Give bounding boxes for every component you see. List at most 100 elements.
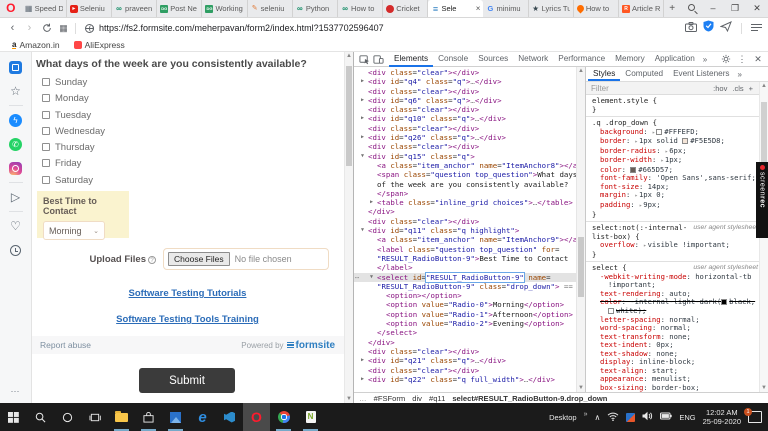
- dom-tree-line[interactable]: <div class="clear"></div>: [354, 68, 576, 77]
- dom-tree-line[interactable]: <a class="item_anchor" name="ItemAnchor9…: [354, 235, 576, 244]
- collapsed-arrow-icon[interactable]: ▶: [361, 375, 364, 384]
- breadcrumb-item[interactable]: select#RESULT_RadioButton-9.drop_down: [452, 394, 607, 403]
- network-wifi-icon[interactable]: [607, 412, 619, 423]
- dom-tree-line[interactable]: <div class="clear"></div>: [354, 366, 576, 375]
- dom-scroll-thumb[interactable]: [578, 237, 584, 297]
- kebab-menu-icon[interactable]: ⋮: [735, 54, 749, 65]
- expanded-arrow-icon[interactable]: ▼: [370, 273, 373, 282]
- style-rules[interactable]: element.style {} .q .drop_down {backgroun…: [586, 95, 768, 392]
- dom-tree-line[interactable]: <div class="clear"></div>: [354, 142, 576, 151]
- node-menu-icon[interactable]: ⋯: [355, 273, 360, 282]
- my-flow-icon[interactable]: [719, 19, 732, 37]
- checkbox-icon[interactable]: [42, 175, 50, 184]
- dom-tree-line[interactable]: ▶ <div id="q6" class="q">…</div>: [354, 96, 576, 105]
- day-option[interactable]: Wednesday: [42, 126, 339, 142]
- maximize-button[interactable]: ❐: [724, 3, 746, 14]
- browser-tab[interactable]: Seleniu: [67, 0, 113, 17]
- day-option[interactable]: Sunday: [42, 77, 339, 93]
- day-option[interactable]: Tuesday: [42, 110, 339, 126]
- reload-icon[interactable]: [38, 19, 55, 37]
- page-scroll-thumb[interactable]: [346, 66, 352, 166]
- submit-button[interactable]: Submit: [139, 368, 235, 393]
- subtab-event-listeners[interactable]: Event Listeners: [668, 67, 734, 81]
- dom-scrollbar[interactable]: ▲ ▼: [576, 67, 585, 392]
- desktop-label[interactable]: Desktop: [549, 413, 577, 422]
- battery-icon[interactable]: [660, 412, 673, 422]
- dom-tree-line[interactable]: ▶ <div id="q4" class="q">…</div>: [354, 77, 576, 86]
- language-indicator[interactable]: ENG: [679, 413, 695, 422]
- sidebar-setup-icon[interactable]: [751, 19, 762, 37]
- browser-tab[interactable]: How to: [338, 0, 384, 17]
- task-view-icon[interactable]: [81, 403, 108, 431]
- tab-search-icon[interactable]: [680, 3, 702, 13]
- dom-tree-line[interactable]: ▶ <div id="q26" class="q">…</div>: [354, 133, 576, 142]
- filter-input[interactable]: Filter: [591, 84, 609, 93]
- dom-tree-line[interactable]: ▶ <div id="q21" class="q">…</div>: [354, 356, 576, 365]
- link-tools-training[interactable]: Software Testing Tools Training: [36, 314, 339, 325]
- photos-app-icon[interactable]: [162, 403, 189, 431]
- address-bar[interactable]: https://fs2.formsite.com/meherpavan/form…: [79, 23, 685, 33]
- dom-tree-line[interactable]: <span class="question top_question">What…: [354, 170, 576, 179]
- messenger-icon[interactable]: ϟ: [8, 112, 24, 128]
- url-text[interactable]: https://fs2.formsite.com/meherpavan/form…: [99, 23, 384, 33]
- settings-gear-icon[interactable]: [719, 54, 733, 64]
- action-center-icon[interactable]: 1: [744, 408, 762, 423]
- color-swatch[interactable]: [630, 166, 637, 173]
- devtools-tab-console[interactable]: Console: [433, 52, 473, 67]
- dom-tree-line[interactable]: </label>: [354, 263, 576, 272]
- dom-tree-line[interactable]: <div class="clear"></div>: [354, 87, 576, 96]
- edge-icon[interactable]: e: [189, 403, 216, 431]
- volume-icon[interactable]: [642, 411, 653, 423]
- browser-tab[interactable]: Cricket: [383, 0, 429, 17]
- expanded-arrow-icon[interactable]: ▼: [361, 226, 364, 235]
- checkbox-icon[interactable]: [42, 159, 50, 168]
- browser-tab[interactable]: Python: [293, 0, 339, 17]
- browser-tab[interactable]: Lyrics Tu: [529, 0, 574, 17]
- help-icon[interactable]: ?: [148, 255, 156, 264]
- chrome-taskbar-icon[interactable]: [270, 403, 297, 431]
- dom-tree-line[interactable]: ▶ <div id="q10" class="q">…</div>: [354, 114, 576, 123]
- dom-tree-line[interactable]: ▼ <div id="q11" class="q highlight">: [354, 226, 576, 235]
- scroll-up-icon[interactable]: ▲: [577, 67, 585, 75]
- whatsapp-icon[interactable]: ✆: [8, 136, 24, 152]
- start-button[interactable]: [0, 403, 27, 431]
- scroll-up-icon[interactable]: ▲: [345, 52, 353, 60]
- checkbox-icon[interactable]: [42, 110, 50, 119]
- day-option[interactable]: Thursday: [42, 142, 339, 158]
- dom-tree[interactable]: <div class="clear"></div> ▶ <div id="q4" c…: [354, 68, 576, 392]
- style-line[interactable]: }: [590, 250, 758, 260]
- notepadpp-icon[interactable]: [297, 403, 324, 431]
- forward-icon[interactable]: ›: [21, 19, 38, 37]
- choose-files-button[interactable]: Choose Files: [168, 252, 230, 266]
- close-button[interactable]: ✕: [746, 3, 768, 14]
- collapsed-arrow-icon[interactable]: ▶: [361, 96, 364, 105]
- opera-menu-icon[interactable]: O: [0, 0, 22, 17]
- color-swatch[interactable]: [682, 138, 689, 145]
- devtools-tab-application[interactable]: Application: [650, 52, 700, 67]
- shield-badge-icon[interactable]: [703, 19, 714, 37]
- collapsed-arrow-icon[interactable]: ▶: [361, 356, 364, 365]
- breadcrumb-item[interactable]: #q11: [429, 394, 445, 403]
- style-line[interactable]: overflow: ▸visible !important;: [590, 240, 758, 251]
- tray-chevron-icon[interactable]: »: [584, 411, 588, 418]
- dom-tree-line[interactable]: <option value="Radio-2">Evening</option>: [354, 319, 576, 328]
- day-option[interactable]: Friday: [42, 158, 339, 174]
- browser-tab[interactable]: Sele ×: [428, 0, 484, 17]
- report-abuse-link[interactable]: Report abuse: [40, 340, 91, 350]
- subtabs-overflow-icon[interactable]: »: [735, 67, 745, 81]
- day-option[interactable]: Saturday: [42, 175, 339, 191]
- vscode-icon[interactable]: [216, 403, 243, 431]
- dom-tree-line[interactable]: </div>: [354, 338, 576, 347]
- dom-tree-line[interactable]: <option value="Radio-1">Afternoon</optio…: [354, 310, 576, 319]
- collapsed-arrow-icon[interactable]: ▶: [370, 198, 373, 207]
- browser-tab[interactable]: How to: [574, 0, 620, 17]
- tab-close-icon[interactable]: ×: [476, 4, 481, 13]
- devtools-tab-performance[interactable]: Performance: [553, 52, 610, 67]
- dom-tree-line[interactable]: </select>: [354, 328, 576, 337]
- bookmark-amazon[interactable]: a Amazon.in: [12, 40, 60, 50]
- dom-tree-line[interactable]: of the week are you consistently availab…: [354, 180, 576, 189]
- dom-tree-line[interactable]: ▶ <div id="q22" class="q full_width">…</d…: [354, 375, 576, 384]
- sidebar-more-icon[interactable]: ⋯: [8, 383, 24, 399]
- best-time-select[interactable]: Morning ⌄: [43, 221, 105, 240]
- devtools-close-icon[interactable]: ✕: [751, 54, 765, 65]
